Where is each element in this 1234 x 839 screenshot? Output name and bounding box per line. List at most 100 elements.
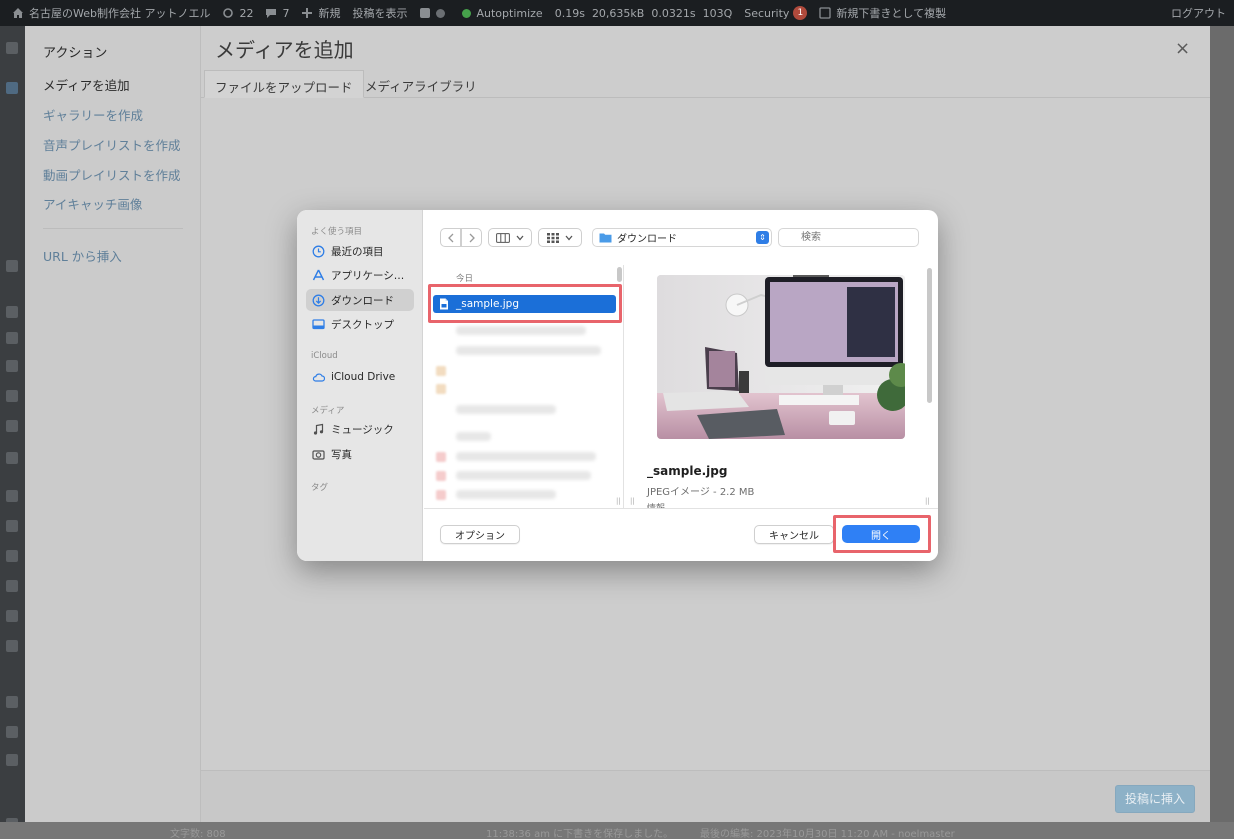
- pin-menu-icon[interactable]: [6, 260, 18, 272]
- editor-status-bar: 文字数: 808 11:38:36 am に下書きを保存しました。 最後の編集:…: [0, 822, 1234, 839]
- dashboard-menu-icon[interactable]: [6, 42, 18, 54]
- view-post-link[interactable]: 投稿を表示: [352, 5, 407, 21]
- home-icon: [13, 8, 23, 18]
- column-resize-handle[interactable]: ||: [630, 497, 635, 505]
- menu-item-audio-playlist[interactable]: 音声プレイリストを作成: [43, 135, 181, 154]
- plugins-menu-icon[interactable]: [6, 520, 18, 532]
- duplicate-draft-link[interactable]: 新規下書きとして複製: [819, 5, 946, 21]
- last-edited: 最後の編集: 2023年10月30日 11:20 AM - noelmaster: [700, 829, 955, 839]
- chevron-left-icon: [447, 233, 453, 242]
- wordpress-menu-icon[interactable]: [6, 754, 18, 766]
- appearance-menu-icon[interactable]: [6, 490, 18, 502]
- column-resize-handle[interactable]: ||: [925, 497, 930, 505]
- updates-link[interactable]: 22: [222, 7, 253, 20]
- new-content-link[interactable]: 新規: [301, 5, 340, 21]
- sidebar-item-icloud-drive[interactable]: iCloud Drive: [306, 366, 414, 388]
- download-icon: [312, 294, 325, 306]
- blurred-file-row: [456, 405, 556, 414]
- sidebar-item-applications[interactable]: アプリケーシ…: [306, 264, 414, 286]
- tab-media-library[interactable]: メディアライブラリ: [355, 70, 487, 98]
- options-button[interactable]: オプション: [440, 525, 520, 544]
- file-name: _sample.jpg: [456, 298, 520, 310]
- sidebar-item-label: アプリケーシ…: [331, 269, 405, 282]
- security-link[interactable]: Security 1: [744, 6, 808, 20]
- dialog-sidebar: よく使う項目 最近の項目 アプリケーシ… ダウンロード デスクトップ iClou…: [297, 210, 423, 561]
- menu-item-video-playlist[interactable]: 動画プレイリストを作成: [43, 165, 181, 184]
- column-view-button[interactable]: [488, 228, 532, 247]
- tab-upload-files[interactable]: ファイルをアップロード: [204, 70, 364, 98]
- forward-button[interactable]: [461, 228, 482, 247]
- camera-icon: [312, 449, 325, 460]
- grid-icon: [547, 232, 559, 243]
- cancel-button[interactable]: キャンセル: [754, 525, 834, 544]
- sidebar-item-desktop[interactable]: デスクトップ: [306, 313, 414, 335]
- menu-item-create-gallery[interactable]: ギャラリーを作成: [43, 105, 143, 124]
- pages-menu-icon[interactable]: [6, 390, 18, 402]
- column-resize-handle[interactable]: ||: [616, 497, 621, 505]
- users-menu-icon[interactable]: [6, 550, 18, 562]
- sidebar-item-label: 最近の項目: [331, 245, 384, 258]
- scrollbar-thumb[interactable]: [617, 267, 622, 282]
- music-icon: [313, 423, 324, 435]
- settings-menu-icon[interactable]: [6, 610, 18, 622]
- gear-menu-icon[interactable]: [6, 640, 18, 652]
- stat-queries: 103Q: [702, 6, 733, 20]
- tools-menu-icon[interactable]: [6, 580, 18, 592]
- back-button[interactable]: [440, 228, 461, 247]
- search-input[interactable]: [778, 228, 919, 247]
- posts-menu-icon[interactable]: [6, 82, 18, 94]
- sidebar-item-photos[interactable]: 写真: [306, 443, 414, 465]
- blurred-file-icon: [436, 471, 446, 481]
- comments-link[interactable]: 7: [265, 7, 289, 20]
- pin-menu-icon-2[interactable]: [6, 306, 18, 318]
- insert-into-post-button[interactable]: 投稿に挿入: [1115, 785, 1195, 813]
- seo-link[interactable]: [419, 7, 450, 19]
- site-name-link[interactable]: 名古屋のWeb制作会社 アットノエル: [12, 5, 210, 21]
- menu-item-add-media[interactable]: メディアを追加: [43, 75, 130, 94]
- dialog-bottom-bar: オプション キャンセル 開く: [424, 508, 938, 561]
- sidebar-item-label: ミュージック: [331, 423, 394, 436]
- media-menu-icon[interactable]: [6, 360, 18, 372]
- page-backdrop-right: [1210, 26, 1234, 822]
- sidebar-item-label: デスクトップ: [331, 318, 394, 331]
- chevron-down-icon: [516, 235, 524, 240]
- desktop-icon: [312, 318, 325, 329]
- modal-title: メディアを追加: [215, 38, 354, 62]
- close-icon[interactable]: ×: [1175, 38, 1190, 59]
- plus-icon: [302, 8, 313, 18]
- blurred-file-row: [456, 452, 596, 461]
- comment-icon: [266, 9, 277, 18]
- security-label: Security: [744, 6, 790, 20]
- query-monitor-link[interactable]: 0.19s 20,635kB 0.0321s 103Q: [555, 7, 733, 20]
- dialog-toolbar: ダウンロード ⇕: [424, 210, 938, 262]
- sidebar-item-downloads[interactable]: ダウンロード: [306, 289, 414, 311]
- comments-count: 7: [282, 6, 290, 20]
- blurred-file-row: [456, 326, 586, 335]
- pin-menu-icon-4[interactable]: [6, 452, 18, 464]
- media-heading: メディア: [311, 406, 345, 416]
- open-button[interactable]: 開く: [842, 525, 920, 543]
- comments-menu-icon[interactable]: [6, 420, 18, 432]
- pin-menu-icon-3[interactable]: [6, 332, 18, 344]
- updates-count: 22: [239, 6, 254, 20]
- menu-item-featured-image[interactable]: アイキャッチ画像: [43, 194, 142, 213]
- security-menu-icon[interactable]: [6, 726, 18, 738]
- file-open-dialog: よく使う項目 最近の項目 アプリケーシ… ダウンロード デスクトップ iClou…: [297, 210, 938, 561]
- file-row-selected[interactable]: _sample.jpg: [433, 295, 616, 313]
- logout-link[interactable]: ログアウト: [1171, 5, 1226, 21]
- autoptimize-link[interactable]: Autoptimize: [462, 7, 543, 20]
- blurred-file-icon: [436, 384, 446, 394]
- sidebar-item-music[interactable]: ミュージック: [306, 418, 414, 440]
- grid-view-button[interactable]: [538, 228, 582, 247]
- new-label: 新規: [318, 7, 341, 20]
- menu-item-insert-from-url[interactable]: URL から挿入: [43, 246, 122, 265]
- blurred-file-row: [456, 490, 556, 499]
- preview-scrollbar-thumb[interactable]: [927, 268, 932, 403]
- admin-bar: 名古屋のWeb制作会社 アットノエル 22 7 新規 投稿を表示 Autopti…: [0, 0, 1234, 26]
- location-dropdown[interactable]: ダウンロード ⇕: [592, 228, 772, 247]
- seo-menu-icon[interactable]: [6, 696, 18, 708]
- view-post-label: 投稿を表示: [352, 7, 408, 20]
- seo-status-dot: [436, 8, 446, 18]
- sidebar-item-recents[interactable]: 最近の項目: [306, 240, 414, 262]
- icloud-heading: iCloud: [311, 351, 338, 361]
